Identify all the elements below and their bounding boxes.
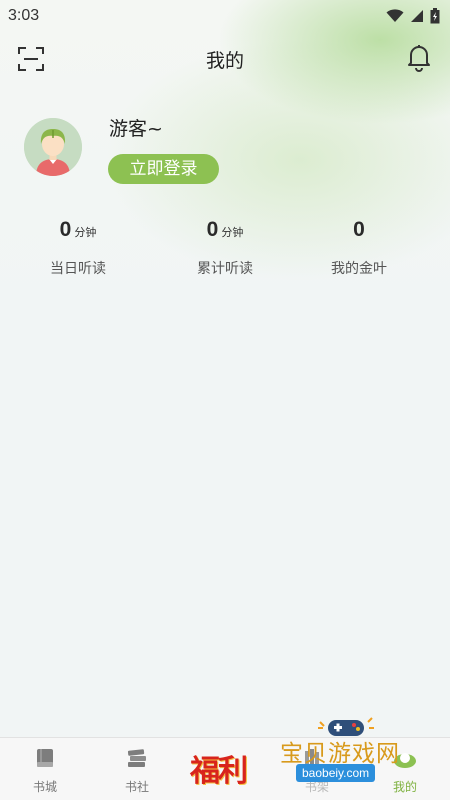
avatar[interactable] <box>24 118 82 176</box>
header-bar: 我的 <box>0 38 450 80</box>
nav-item-bookstore[interactable]: 书城 <box>0 738 90 800</box>
nav-label: 书社 <box>124 780 149 794</box>
stat-total-listening[interactable]: 0 分钟 累计听读 <box>150 218 300 278</box>
stat-gold-leaves[interactable]: 0 我的金叶 <box>284 218 434 278</box>
stats-row: 0 分钟 当日听读 0 分钟 累计听读 0 我的金叶 <box>0 218 450 288</box>
stat-label: 我的金叶 <box>331 261 387 277</box>
profile-card: 游客~ 立即登录 <box>24 112 424 192</box>
wifi-icon <box>386 9 404 22</box>
status-time: 3:03 <box>8 7 40 24</box>
stat-value: 0 <box>206 218 219 241</box>
welfare-badge[interactable]: 福利 <box>190 746 248 790</box>
default-avatar-icon <box>24 118 82 176</box>
stat-unit: 分钟 <box>221 226 244 239</box>
watermark-logo: 宝贝游戏网 baobeiy.com <box>276 714 446 790</box>
stat-value: 0 <box>353 218 365 241</box>
stat-unit: 分钟 <box>74 226 97 239</box>
login-button[interactable]: 立即登录 <box>108 154 219 184</box>
status-icons <box>386 8 440 24</box>
book-icon <box>37 749 53 767</box>
status-bar: 3:03 <box>0 0 450 32</box>
nav-label: 书城 <box>32 780 57 794</box>
stat-daily-listening[interactable]: 0 分钟 当日听读 <box>3 218 153 278</box>
watermark-url: baobeiy.com <box>296 764 376 782</box>
page-title: 我的 <box>205 50 244 72</box>
bookstack-icon <box>127 749 146 767</box>
battery-icon <box>430 8 440 24</box>
bell-icon[interactable] <box>404 42 434 72</box>
stat-label: 累计听读 <box>197 261 253 277</box>
nav-item-community[interactable]: 书社 <box>92 738 182 800</box>
watermark-text: 宝贝游戏网 <box>280 741 400 767</box>
stat-value: 0 <box>59 218 72 241</box>
username: 游客~ <box>109 118 163 140</box>
signal-icon <box>411 10 423 22</box>
stat-label: 当日听读 <box>50 261 106 277</box>
